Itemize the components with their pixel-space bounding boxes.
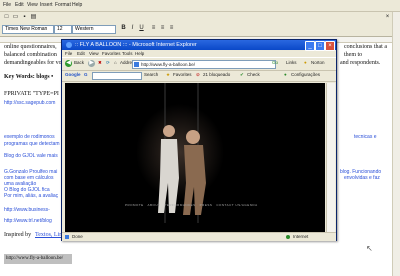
align-left-icon[interactable]: ≡ xyxy=(150,25,157,32)
selected-url-text: http://www.fly-a-balloon.be/ xyxy=(6,256,64,261)
ie-title-text: :: FLY A BALLOON ::: - Microsoft Interne… xyxy=(75,42,197,48)
norton-icon: ● xyxy=(304,60,307,65)
google-g-icon: G xyxy=(84,72,88,77)
settings-button[interactable]: Configurações xyxy=(291,71,320,79)
underline-button[interactable]: U xyxy=(138,25,145,32)
save-icon[interactable]: ▪ xyxy=(21,14,28,21)
settings-icon: ● xyxy=(284,72,287,77)
close-document-icon[interactable]: × xyxy=(384,14,391,21)
ie-menubar: File Edit View Favorites Tools Help xyxy=(62,50,336,57)
star-icon: ★ xyxy=(166,72,171,77)
ie-window[interactable]: :: FLY A BALLOON ::: - Microsoft Interne… xyxy=(61,39,337,241)
menu-edit[interactable]: Edit xyxy=(15,2,24,8)
doc-url-trl[interactable]: http://www.trl.net/blog xyxy=(4,218,52,224)
performers-photo xyxy=(65,83,325,232)
links-button[interactable]: Links xyxy=(286,59,297,67)
site-nav-promote[interactable]: PROMOTE xyxy=(125,203,144,207)
doc-inspired-label: Inspired by xyxy=(4,232,32,238)
doc-programas: programas que detectam xyxy=(4,141,60,147)
go-button[interactable]: Go xyxy=(272,59,278,67)
font-size-select[interactable]: 12 xyxy=(54,25,72,34)
norton-button[interactable]: Norton xyxy=(311,59,325,67)
style-select[interactable]: Western xyxy=(72,25,116,34)
word-toolbar: □ ▭ ▪ ▤ Times New Roman 12 Western B I U… xyxy=(0,12,400,37)
doc-line1-right: conclusions that a xyxy=(344,44,387,50)
ie-vertical-scrollbar[interactable] xyxy=(326,83,335,232)
menu-format[interactable]: Format xyxy=(55,2,71,8)
menu-view[interactable]: View xyxy=(27,2,38,8)
page-done-icon xyxy=(65,235,69,239)
ie-logo-icon xyxy=(66,42,72,48)
status-internet: Internet xyxy=(293,234,309,239)
doc-porem: Por mim, aliás, a avaliaç xyxy=(4,193,59,199)
stop-icon[interactable]: ✖ xyxy=(98,59,102,67)
mouse-cursor-icon: ↖ xyxy=(366,244,373,253)
menu-insert[interactable]: Insert xyxy=(40,2,53,8)
google-search-input[interactable] xyxy=(92,72,142,80)
menu-file[interactable]: File xyxy=(3,2,11,8)
address-field[interactable]: http://www.fly-a-balloon.be/ xyxy=(132,60,276,69)
doc-base-right: envolvidas e faz xyxy=(344,175,380,181)
google-logo: Google xyxy=(65,72,81,77)
google-search-button[interactable]: Search xyxy=(144,71,158,79)
doc-fprivate: FPRIVATE "TYPE=PI xyxy=(4,91,59,97)
check-icon: ✔ xyxy=(240,72,244,77)
site-nav-contact[interactable]: CONTACT US/AGENDA xyxy=(216,203,257,207)
menu-help[interactable]: Help xyxy=(72,2,82,8)
popups-blocked-count[interactable]: 21 bloqueado xyxy=(203,71,230,79)
ie-menu-edit[interactable]: Edit xyxy=(77,50,85,57)
align-center-icon[interactable]: ≡ xyxy=(159,25,166,32)
ie-menu-tools[interactable]: Tools xyxy=(122,50,133,57)
status-done: Done xyxy=(72,234,83,239)
ie-navbar: ◀ Back ▶ ✖ ⟳ ⌂ Address http://www.fly-a-… xyxy=(62,57,336,71)
word-menubar: File Edit View Insert Format Help xyxy=(0,0,400,12)
doc-line1-left: online questionnaires, xyxy=(4,44,57,50)
selected-url[interactable]: http://www.fly-a-balloon.be/ xyxy=(4,254,72,264)
italic-button[interactable]: I xyxy=(129,25,136,32)
home-icon[interactable]: ⌂ xyxy=(114,59,117,67)
ie-menu-favorites[interactable]: Favorites xyxy=(102,50,121,57)
align-right-icon[interactable]: ≡ xyxy=(168,25,175,32)
doc-exemplo: exemplo de rodimonos xyxy=(4,134,55,140)
print-icon[interactable]: ▤ xyxy=(30,14,37,21)
ie-menu-help[interactable]: Help xyxy=(135,50,144,57)
doc-url-business[interactable]: http://www.business- xyxy=(4,207,50,213)
site-nav-about[interactable]: ABOUT xyxy=(148,203,161,207)
doc-line3-right: and respondents. xyxy=(340,60,381,66)
address-value: http://www.fly-a-balloon.be/ xyxy=(141,62,196,67)
google-toolbar: Google G Search ★ Favorites ⊘ 21 bloquea… xyxy=(62,70,336,82)
doc-exemplo-right: tecnicas e xyxy=(354,134,377,140)
site-nav: PROMOTE ABOUT PERFORMANCES PRESS CONTACT… xyxy=(125,203,265,207)
doc-line2-right: them to xyxy=(344,52,363,58)
new-document-icon[interactable]: □ xyxy=(3,14,10,21)
forward-arrow-icon[interactable]: ▶ xyxy=(88,60,95,67)
site-nav-press[interactable]: PRESS xyxy=(200,203,213,207)
word-vertical-scrollbar[interactable] xyxy=(392,12,400,276)
internet-zone-icon xyxy=(286,235,290,239)
ie-menu-view[interactable]: View xyxy=(89,50,99,57)
doc-blog-gjol: Blog do GJOL vale mais xyxy=(4,153,58,159)
ie-titlebar[interactable]: :: FLY A BALLOON ::: - Microsoft Interne… xyxy=(62,40,336,51)
refresh-icon[interactable]: ⟳ xyxy=(106,59,110,67)
site-nav-performances[interactable]: PERFORMANCES xyxy=(164,203,195,207)
doc-line2-left: balanced combination xyxy=(4,52,57,58)
bold-button[interactable]: B xyxy=(120,25,127,32)
ie-menu-file[interactable]: File xyxy=(65,50,72,57)
web-page-content[interactable]: PROMOTE ABOUT PERFORMANCES PRESS CONTACT… xyxy=(65,83,325,232)
favorites-button[interactable]: Favorites xyxy=(173,71,192,79)
back-button[interactable]: Back xyxy=(74,59,84,67)
check-button[interactable]: Check xyxy=(247,71,260,79)
font-name-select[interactable]: Times New Roman xyxy=(2,25,54,34)
open-folder-icon[interactable]: ▭ xyxy=(12,14,19,21)
ie-statusbar: Done Internet xyxy=(62,232,336,241)
popup-blocked-icon: ⊘ xyxy=(196,72,200,77)
page-favicon-icon xyxy=(134,62,139,67)
back-arrow-icon[interactable]: ◀ xyxy=(65,60,72,67)
doc-keywords: Key Words: blogs • xyxy=(4,74,54,80)
doc-url-sagepub[interactable]: http://ssc.sagepub.com xyxy=(4,100,55,106)
